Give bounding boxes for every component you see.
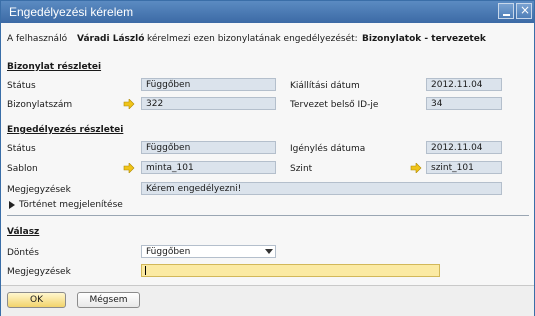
expand-triangle-icon[interactable] [9,201,15,209]
decision-select[interactable]: Függőben [141,245,276,258]
requesting-user: Váradi László [77,34,145,44]
level-label: Szint [290,164,313,174]
button-bar: OK Mégsem [1,285,534,316]
draft-id-label: Tervezet belső ID-je [290,100,379,110]
approval-status-label: Státus [7,144,36,154]
approval-request-window: Engedélyezési kérelem × A felhasználó Vá… [0,0,535,316]
approval-notes-field: Kérem engedélyezni! [141,182,502,195]
chevron-down-icon [265,249,273,254]
response-header: Válasz [7,227,40,237]
response-notes-input[interactable] [141,264,440,277]
document-type: Bizonylatok - tervezetek [362,34,486,44]
link-arrow-icon[interactable] [410,163,422,173]
decision-selected-value: Függőben [146,247,191,257]
window-title: Engedélyezési kérelem [9,5,134,19]
intro-middle: kérelmezi ezen bizonylatának engedélyezé… [147,34,358,44]
draft-id-field: 34 [426,97,502,110]
issue-date-label: Kiállítási dátum [290,81,360,91]
title-bar: Engedélyezési kérelem × [1,1,534,23]
response-notes-label: Megjegyzések [7,267,71,277]
link-arrow-icon[interactable] [123,99,135,109]
request-date-field: 2012.11.04 [426,141,502,154]
intro-prefix: A felhasználó [7,34,68,44]
approval-status-field: Függőben [141,141,276,154]
doc-details-header: Bizonylat részletei [7,62,102,72]
link-arrow-icon[interactable] [123,163,135,173]
approval-notes-label: Megjegyzések [7,185,71,195]
close-button[interactable]: × [516,3,532,19]
template-label: Sablon [7,164,38,174]
close-icon: × [520,3,531,17]
doc-number-label: Bizonylatszám [7,100,73,110]
request-date-label: Igénylés dátuma [290,144,366,154]
level-field: szint_101 [426,161,502,174]
ok-button[interactable]: OK [7,292,66,308]
doc-status-field: Függőben [141,78,276,91]
approval-details-header: Engedélyezés részletei [7,125,124,135]
minimize-button[interactable] [498,3,514,19]
template-field: minta_101 [141,161,276,174]
minimize-icon [503,14,510,16]
doc-status-label: Státus [7,81,36,91]
section-divider [7,215,529,216]
cancel-button[interactable]: Mégsem [77,292,140,308]
issue-date-field: 2012.11.04 [426,78,502,91]
show-history-link[interactable]: Történet megjelenítése [19,200,123,210]
doc-number-field: 322 [141,97,276,110]
decision-label: Döntés [7,248,39,258]
text-cursor [145,266,146,275]
